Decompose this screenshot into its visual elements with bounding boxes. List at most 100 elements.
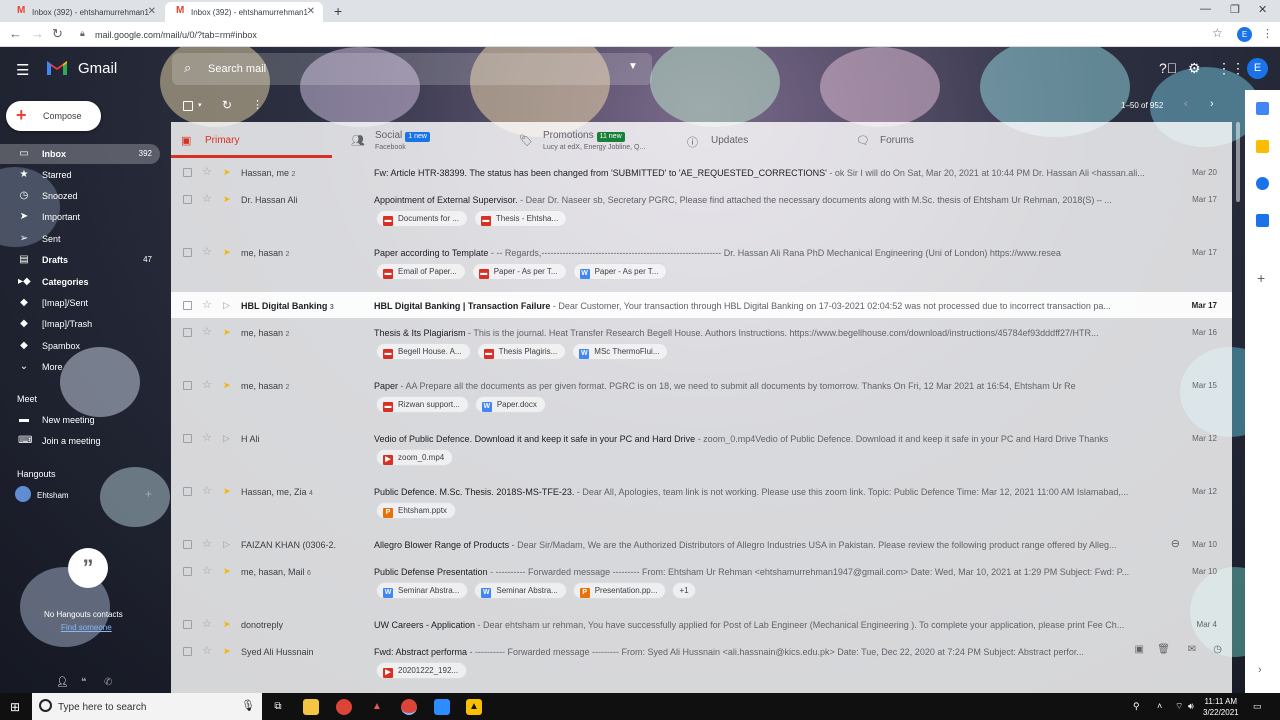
get-addons-icon[interactable]: +: [1257, 270, 1265, 286]
important-marker-icon[interactable]: ➤: [223, 247, 231, 258]
important-marker-icon[interactable]: ➤: [223, 167, 231, 178]
row-checkbox[interactable]: [183, 487, 192, 496]
browser-menu-icon[interactable]: ⋮: [1262, 27, 1273, 40]
mail-row[interactable]: ☆ ➤ me, hasan 2 Thesis & Its Plagiarism - T…: [171, 319, 1232, 345]
sidebar-item-more[interactable]: ⌄ More: [0, 357, 160, 377]
close-tab-icon[interactable]: ✕: [148, 6, 156, 17]
important-marker-icon[interactable]: ➤: [223, 380, 231, 391]
mail-row[interactable]: ☆ ▷ HBL Digital Banking 3 HBL Digital Banki…: [171, 292, 1232, 318]
volume-icon[interactable]: 🔊︎: [1188, 701, 1194, 712]
attachment-chip[interactable]: W MSc ThermoFlui...: [572, 343, 669, 360]
meeting-icon[interactable]: ⊖: [1171, 537, 1180, 550]
mail-row[interactable]: ☆ ▷ H Ali Vedio of Public Defence. Downloa…: [171, 425, 1232, 451]
help-icon[interactable]: ?⃝: [1159, 60, 1177, 76]
mail-row[interactable]: ☆ ➤ me, hasan 2 Paper - AA Prepare all the …: [171, 372, 1232, 398]
search-options-icon[interactable]: ▼: [628, 61, 638, 72]
star-icon[interactable]: ☆: [202, 192, 212, 205]
find-someone-link[interactable]: Find someone: [61, 623, 112, 632]
scrollbar-thumb[interactable]: [1236, 122, 1240, 202]
select-all-checkbox[interactable]: [183, 101, 193, 111]
row-checkbox[interactable]: [183, 195, 192, 204]
collapse-panel-icon[interactable]: ›: [1258, 664, 1262, 676]
attachment-chip[interactable]: ▶ zoom_0.mp4: [376, 449, 454, 466]
row-checkbox[interactable]: [183, 647, 192, 656]
row-checkbox[interactable]: [183, 540, 192, 549]
important-marker-icon[interactable]: ➤: [223, 327, 231, 338]
more-attachments-chip[interactable]: +1: [672, 582, 696, 599]
tasks-icon[interactable]: [1256, 177, 1269, 190]
important-marker-icon[interactable]: ➤: [223, 486, 231, 497]
back-icon[interactable]: ←: [9, 26, 22, 41]
refresh-icon[interactable]: ↻: [222, 98, 232, 112]
row-checkbox[interactable]: [183, 620, 192, 629]
sidebar-item-starred[interactable]: ★ Starred: [0, 165, 160, 185]
lock-icon[interactable]: 🔒︎: [80, 28, 85, 39]
sidebar-item-important[interactable]: ➤ Important: [0, 207, 160, 227]
compose-button[interactable]: + Compose: [6, 101, 101, 131]
star-icon[interactable]: ☆: [202, 165, 212, 178]
person-icon[interactable]: 👤︎: [56, 677, 69, 688]
join-meeting-item[interactable]: ⌨ Join a meeting: [0, 431, 160, 451]
snooze-icon[interactable]: ◷: [1213, 644, 1222, 655]
mail-row[interactable]: ☆ ➤ Hassan, me, Zia 4 Public Defence. M.Sc.…: [171, 478, 1232, 504]
file-explorer-icon[interactable]: [303, 699, 319, 715]
attachment-chip[interactable]: ▬ Begell House. A...: [376, 343, 471, 360]
sidebar-item-spambox[interactable]: ◆ Spambox: [0, 336, 160, 356]
chrome-icon[interactable]: [336, 699, 352, 715]
hangouts-user-avatar[interactable]: [15, 486, 31, 502]
zoom-icon[interactable]: [434, 699, 450, 715]
tab-updates[interactable]: ⓘ Updates: [677, 122, 845, 158]
minimize-icon[interactable]: —: [1200, 3, 1211, 15]
sidebar-item-inbox[interactable]: ▭ Inbox 392: [0, 144, 160, 164]
main-menu-icon[interactable]: ☰: [16, 61, 29, 79]
mail-row[interactable]: ☆ ➤ Hassan, me 2 Fw: Article HTR-38399. The…: [171, 159, 1232, 185]
attachment-chip[interactable]: W Paper - As per T...: [572, 263, 668, 280]
tab-social[interactable]: 👥︎ Social 1 new Facebook: [341, 122, 509, 158]
url-field[interactable]: mail.google.com/mail/u/0/?tab=rm#inbox: [95, 30, 257, 40]
microphone-icon[interactable]: 🎙︎: [241, 699, 255, 712]
attachment-chip[interactable]: ▬ Thesis Plagiris...: [476, 343, 567, 360]
app-icon[interactable]: ▲: [369, 699, 385, 715]
more-actions-icon[interactable]: ⋮: [252, 98, 263, 111]
row-checkbox[interactable]: [183, 168, 192, 177]
task-view-icon[interactable]: ⧉: [270, 699, 286, 715]
phone-icon[interactable]: ✆: [104, 677, 112, 688]
attachment-chip[interactable]: P Ehtsham.pptx: [376, 502, 456, 519]
system-clock[interactable]: 11:11 AM 3/22/2021: [1203, 696, 1239, 718]
star-icon[interactable]: ☆: [202, 325, 212, 338]
star-icon[interactable]: ☆: [202, 564, 212, 577]
star-icon[interactable]: ☆: [202, 484, 212, 497]
forward-icon[interactable]: →: [31, 26, 44, 41]
important-marker-icon[interactable]: ➤: [223, 646, 231, 657]
attachment-chip[interactable]: ▬ Paper - As per T...: [471, 263, 567, 280]
calendar-icon[interactable]: [1256, 102, 1269, 115]
hangouts-icon[interactable]: ❝: [81, 677, 86, 688]
important-marker-icon[interactable]: ➤: [223, 194, 231, 205]
star-icon[interactable]: ☆: [202, 537, 212, 550]
app-icon-2[interactable]: ▲: [466, 699, 482, 715]
settings-gear-icon[interactable]: ⚙: [1188, 60, 1201, 77]
tab-primary[interactable]: ▣ Primary: [171, 122, 332, 158]
row-checkbox[interactable]: [183, 434, 192, 443]
close-window-icon[interactable]: ✕: [1258, 3, 1267, 16]
mail-row[interactable]: ☆ ▷ FAIZAN KHAN (0306-2. Allegro Blower Ra…: [171, 531, 1232, 557]
mark-unread-icon[interactable]: ✉: [1188, 644, 1196, 655]
attachment-chip[interactable]: W Paper.docx: [474, 396, 546, 413]
add-contact-icon[interactable]: +: [145, 487, 152, 501]
star-icon[interactable]: ☆: [202, 298, 212, 311]
row-checkbox[interactable]: [183, 328, 192, 337]
star-icon[interactable]: ☆: [202, 431, 212, 444]
important-marker-icon[interactable]: ▷: [223, 300, 230, 311]
notifications-icon[interactable]: ▭: [1253, 701, 1262, 712]
sidebar-item-imap-sent[interactable]: ◆ [Imap]/Sent: [0, 293, 160, 313]
important-marker-icon[interactable]: ▷: [223, 539, 230, 550]
attachment-chip[interactable]: ▬ Documents for ...: [376, 210, 468, 227]
sidebar-item-sent[interactable]: ➢ Sent: [0, 229, 160, 249]
mail-row[interactable]: ☆ ➤ donotreply UW Careers - Application - …: [171, 611, 1232, 637]
sidebar-item-imap-trash[interactable]: ◆ [Imap]/Trash: [0, 314, 160, 334]
sidebar-item-categories[interactable]: ▸◆ Categories: [0, 272, 160, 292]
attachment-chip[interactable]: P Presentation.pp...: [572, 582, 667, 599]
search-input[interactable]: Search mail: [208, 63, 266, 75]
people-tray-icon[interactable]: ⚲: [1133, 701, 1140, 712]
archive-icon[interactable]: ▣: [1135, 644, 1144, 655]
